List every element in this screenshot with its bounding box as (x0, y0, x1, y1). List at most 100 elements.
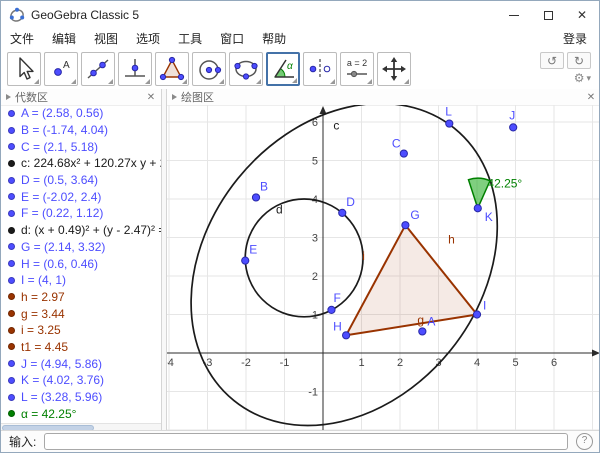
tool-dropdown-arrow[interactable] (367, 79, 372, 84)
object-visibility-dot[interactable] (8, 160, 15, 167)
graphics-canvas[interactable]: -4-3-2-1123456-1123456cdhig42.25°ABCDEFG… (167, 105, 600, 432)
tool-polygon[interactable] (155, 52, 189, 86)
algebra-item[interactable]: L = (3.28, 5.96) (1, 389, 161, 406)
algebra-item[interactable]: C = (2.1, 5.18) (1, 138, 161, 155)
point-F[interactable] (328, 306, 335, 313)
redo-button[interactable]: ↻ (567, 52, 591, 69)
object-visibility-dot[interactable] (8, 277, 15, 284)
tool-slider[interactable]: a = 2 (340, 52, 374, 86)
command-input[interactable] (44, 433, 568, 450)
tool-dropdown-arrow[interactable] (108, 79, 113, 84)
algebra-item[interactable]: α = 42.25° (1, 405, 161, 422)
undo-button[interactable]: ↺ (540, 52, 564, 69)
point-K[interactable] (474, 205, 481, 212)
tool-move[interactable] (7, 52, 41, 86)
conic-c[interactable] (167, 105, 561, 432)
point-D[interactable] (339, 209, 346, 216)
menu-file[interactable]: 文件 (1, 29, 43, 49)
collapse-icon[interactable] (6, 94, 11, 100)
object-visibility-dot[interactable] (8, 210, 15, 217)
minimize-button[interactable] (497, 1, 531, 29)
object-visibility-dot[interactable] (8, 193, 15, 200)
tool-dropdown-arrow[interactable] (145, 79, 150, 84)
maximize-icon (544, 11, 553, 20)
menu-options[interactable]: 选项 (127, 29, 169, 49)
point-B[interactable] (252, 194, 259, 201)
tool-dropdown-arrow[interactable] (71, 79, 76, 84)
menu-tools[interactable]: 工具 (169, 29, 211, 49)
login-button[interactable]: 登录 (551, 29, 599, 49)
object-visibility-dot[interactable] (8, 360, 15, 367)
object-visibility-dot[interactable] (8, 127, 15, 134)
algebra-panel-title: 代数区 (15, 89, 144, 105)
menu-view[interactable]: 视图 (85, 29, 127, 49)
close-button[interactable]: ✕ (565, 1, 599, 29)
view-settings-group[interactable]: ⚙ ▾ (574, 71, 591, 85)
algebra-item[interactable]: A = (2.58, 0.56) (1, 105, 161, 122)
algebra-item[interactable]: I = (4, 1) (1, 272, 161, 289)
gear-icon[interactable]: ⚙ (574, 71, 585, 85)
object-visibility-dot[interactable] (8, 394, 15, 401)
algebra-item[interactable]: c: 224.68x² + 120.27x y + 250.8 (1, 155, 161, 172)
algebra-panel-close-button[interactable]: ✕ (144, 92, 158, 103)
menu-window[interactable]: 窗口 (211, 29, 253, 49)
object-visibility-dot[interactable] (8, 243, 15, 250)
algebra-item[interactable]: D = (0.5, 3.64) (1, 172, 161, 189)
algebra-item[interactable]: K = (4.02, 3.76) (1, 372, 161, 389)
point-A[interactable] (419, 328, 426, 335)
tool-dropdown-arrow[interactable] (292, 78, 297, 83)
point-H[interactable] (343, 332, 350, 339)
object-visibility-dot[interactable] (8, 143, 15, 150)
algebra-item[interactable]: d: (x + 0.49)² + (y - 2.47)² = 2.34 (1, 222, 161, 239)
chevron-down-icon[interactable]: ▾ (586, 73, 591, 84)
tool-dropdown-arrow[interactable] (404, 79, 409, 84)
object-visibility-dot[interactable] (8, 260, 15, 267)
tool-dropdown-arrow[interactable] (330, 79, 335, 84)
menu-edit[interactable]: 编辑 (43, 29, 85, 49)
tool-dropdown-arrow[interactable] (182, 79, 187, 84)
point-I[interactable] (473, 311, 480, 318)
object-visibility-dot[interactable] (8, 110, 15, 117)
point-C[interactable] (400, 150, 407, 157)
point-J[interactable] (510, 124, 517, 131)
algebra-item[interactable]: F = (0.22, 1.12) (1, 205, 161, 222)
tool-conic[interactable] (229, 52, 263, 86)
object-visibility-dot[interactable] (8, 177, 15, 184)
algebra-item[interactable]: E = (-2.02, 2.4) (1, 188, 161, 205)
tool-point[interactable]: A (44, 52, 78, 86)
maximize-button[interactable] (531, 1, 565, 29)
algebra-item[interactable]: h = 2.97 (1, 289, 161, 306)
object-visibility-dot[interactable] (8, 410, 15, 417)
object-visibility-dot[interactable] (8, 377, 15, 384)
object-visibility-dot[interactable] (8, 293, 15, 300)
input-help-button[interactable]: ? (576, 433, 593, 450)
algebra-item[interactable]: G = (2.14, 3.32) (1, 239, 161, 256)
menu-help[interactable]: 帮助 (253, 29, 295, 49)
object-visibility-dot[interactable] (8, 310, 15, 317)
object-visibility-dot[interactable] (8, 227, 15, 234)
collapse-icon[interactable] (172, 94, 177, 100)
object-visibility-dot[interactable] (8, 343, 15, 350)
triangle-t1[interactable] (346, 225, 477, 335)
tool-dropdown-arrow[interactable] (34, 79, 39, 84)
tool-angle[interactable]: α (266, 52, 300, 86)
tool-dropdown-arrow[interactable] (256, 79, 261, 84)
point-G[interactable] (402, 222, 409, 229)
point-L[interactable] (446, 120, 453, 127)
tool-perpendicular-line[interactable] (118, 52, 152, 86)
algebra-item[interactable]: B = (-1.74, 4.04) (1, 122, 161, 139)
object-visibility-dot[interactable] (8, 327, 15, 334)
algebra-item[interactable]: t1 = 4.45 (1, 339, 161, 356)
algebra-item[interactable]: J = (4.94, 5.86) (1, 355, 161, 372)
graphics-panel-close-button[interactable]: ✕ (584, 92, 598, 103)
tool-dropdown-arrow[interactable] (219, 79, 224, 84)
algebra-item[interactable]: g = 3.44 (1, 305, 161, 322)
algebra-item[interactable]: H = (0.6, 0.46) (1, 255, 161, 272)
tool-line[interactable] (81, 52, 115, 86)
tool-circle-with-center[interactable] (192, 52, 226, 86)
point-E[interactable] (242, 257, 249, 264)
circle-d[interactable] (245, 199, 363, 317)
tool-reflect[interactable] (303, 52, 337, 86)
algebra-item[interactable]: i = 3.25 (1, 322, 161, 339)
tool-move-graphics-view[interactable] (377, 52, 411, 86)
